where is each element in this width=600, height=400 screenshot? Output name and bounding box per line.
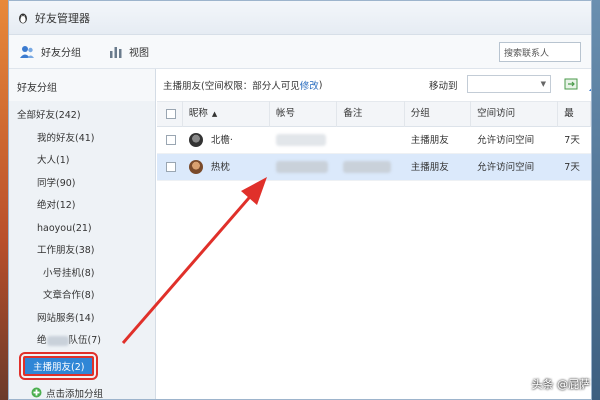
- view-label: 视图: [129, 48, 149, 59]
- plus-icon: [31, 387, 42, 398]
- remark-cell: [337, 127, 404, 154]
- group-item[interactable]: 我的好友(41): [9, 128, 155, 151]
- bar-chart-icon: [110, 46, 122, 58]
- content-area: 好友分组 全部好友(242) 我的好友(41) 大人(1) 同学(90) 绝对(…: [9, 69, 591, 399]
- blurred-text: [46, 335, 69, 346]
- avatar: [188, 133, 203, 147]
- modify-permission-link[interactable]: 修改: [300, 78, 319, 92]
- desktop-background-right: [592, 0, 600, 400]
- group-cell: 主播朋友: [410, 134, 449, 146]
- window-title: 好友管理器: [35, 11, 90, 25]
- last-cell: 7天: [564, 134, 580, 146]
- friend-groups-button[interactable]: 好友分组: [19, 44, 81, 59]
- nickname: 北檐·: [210, 134, 233, 146]
- nickname-cell: 北檐·: [183, 127, 270, 154]
- group-sidebar: 好友分组 全部好友(242) 我的好友(41) 大人(1) 同学(90) 绝对(…: [9, 69, 156, 399]
- last-cell: 7天: [564, 161, 580, 173]
- move-to-select[interactable]: ▼: [467, 75, 551, 93]
- row-checkbox[interactable]: [166, 162, 176, 172]
- view-button[interactable]: 视图: [109, 44, 149, 59]
- add-group-label: 点击添加分组: [46, 388, 104, 400]
- toolbar: 好友分组 视图: [9, 35, 591, 69]
- group-list: 全部好友(242) 我的好友(41) 大人(1) 同学(90) 绝对(12) h…: [9, 101, 155, 400]
- group-item[interactable]: 小号挂机(8): [9, 263, 155, 286]
- group-item[interactable]: 工作朋友(38): [9, 240, 155, 263]
- account-cell: [270, 127, 337, 154]
- user-settings-icon[interactable]: [587, 76, 592, 92]
- sort-up-icon: ▲: [211, 110, 218, 118]
- selected-group-label: 主播朋友(2): [18, 351, 99, 380]
- group-item[interactable]: 绝对(12): [9, 195, 155, 218]
- blurred-text: [276, 161, 328, 173]
- space-access-cell: 允许访问空间: [477, 134, 535, 146]
- sidebar-header: 好友分组: [9, 69, 155, 101]
- add-group-button[interactable]: 点击添加分组: [9, 383, 155, 400]
- group-item[interactable]: 网站服务(14): [9, 308, 155, 331]
- group-title: 主播朋友(空间权限：部分人可见: [163, 81, 300, 92]
- column-nickname[interactable]: 昵称 ▲: [183, 101, 270, 127]
- remark-cell: [337, 154, 404, 181]
- group-all-friends[interactable]: 全部好友(242): [9, 105, 155, 128]
- space-access-cell: 允许访问空间: [477, 161, 535, 173]
- partial-group-suffix: 队伍(7): [68, 335, 101, 346]
- friend-groups-label: 好友分组: [41, 48, 81, 59]
- group-item[interactable]: 同学(90): [9, 173, 155, 196]
- desktop-background-left: [0, 0, 8, 400]
- column-group[interactable]: 分组: [405, 101, 472, 127]
- select-all-checkbox[interactable]: [166, 108, 176, 119]
- group-title-close: ): [318, 79, 323, 91]
- group-cell: 主播朋友: [410, 161, 449, 173]
- partial-group-prefix: 绝: [37, 335, 47, 346]
- users-icon: [20, 45, 34, 58]
- column-last[interactable]: 最: [558, 101, 591, 127]
- row-checkbox[interactable]: [166, 135, 176, 145]
- group-item-selected[interactable]: 主播朋友(2): [9, 351, 155, 383]
- title-bar: 好友管理器: [9, 1, 591, 35]
- blurred-text: [343, 161, 392, 173]
- column-account[interactable]: 帐号: [270, 101, 338, 127]
- group-item-partially-hidden[interactable]: 绝 队伍(7): [9, 330, 155, 353]
- table-header: 昵称 ▲ 帐号 备注 分组 空间访问 最: [157, 101, 591, 127]
- blurred-text: [276, 134, 326, 146]
- avatar: [188, 160, 203, 174]
- nickname: 热枕: [210, 161, 230, 173]
- column-space-access[interactable]: 空间访问: [471, 101, 559, 127]
- row-checkbox-cell: [157, 127, 183, 154]
- column-remark[interactable]: 备注: [337, 101, 405, 127]
- export-icon[interactable]: [563, 76, 579, 92]
- table-row[interactable]: 热枕 主播朋友 允许访问空间 7天: [157, 154, 591, 181]
- friend-list-panel: 主播朋友(空间权限：部分人可见 修改) 移动到 ▼ 昵称 ▲ 帐号 备注 分组 …: [157, 69, 591, 399]
- account-cell: [270, 154, 337, 181]
- friend-manager-window: 好友管理器 好友分组 视图 好友分组 全部好友(242): [8, 0, 592, 400]
- group-item[interactable]: 文章合作(8): [9, 285, 155, 308]
- watermark: 头条 @屁萨: [531, 378, 591, 391]
- row-checkbox-cell: [157, 154, 183, 181]
- table-row[interactable]: 北檐· 主播朋友 允许访问空间 7天: [157, 127, 591, 154]
- friend-table: 昵称 ▲ 帐号 备注 分组 空间访问 最 北檐· 主播朋友 允许访问空间 7天 …: [157, 101, 591, 181]
- chevron-down-icon: ▼: [540, 80, 546, 88]
- group-item[interactable]: haoyou(21): [9, 218, 155, 241]
- move-to-label: 移动到: [429, 81, 458, 92]
- nickname-cell: 热枕: [183, 154, 270, 181]
- penguin-icon: [19, 13, 27, 23]
- group-info-bar: 主播朋友(空间权限：部分人可见 修改) 移动到 ▼: [157, 69, 591, 101]
- search-contacts-input[interactable]: [499, 42, 581, 62]
- select-all-checkbox-cell: [157, 101, 183, 127]
- group-item[interactable]: 大人(1): [9, 150, 155, 173]
